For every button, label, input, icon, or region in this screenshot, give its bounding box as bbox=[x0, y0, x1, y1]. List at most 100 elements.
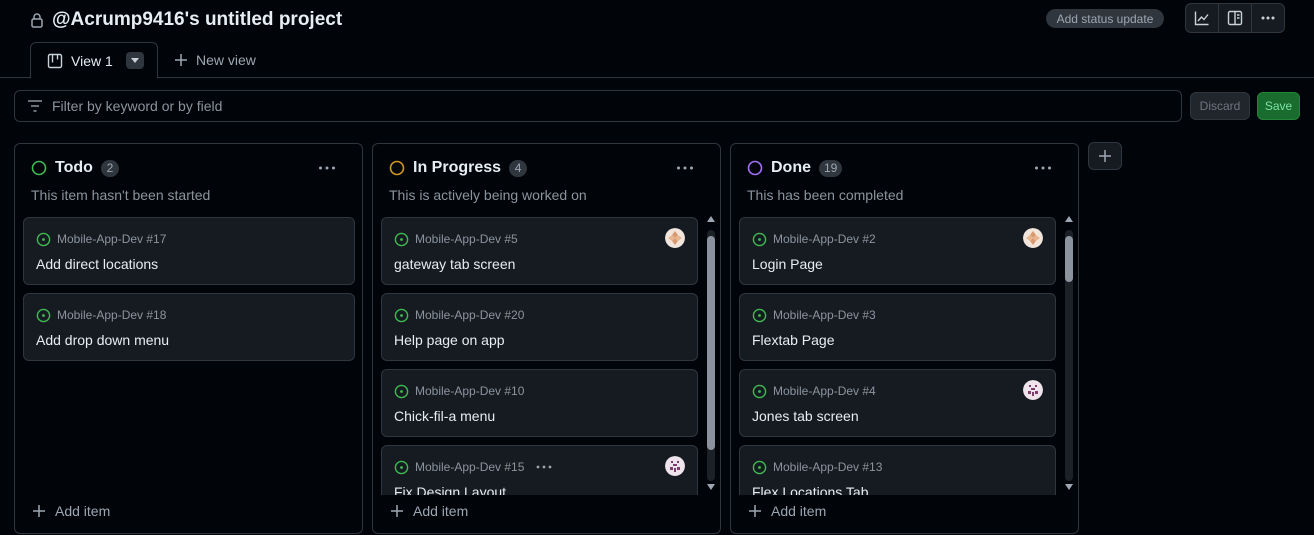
issue-reference[interactable]: Mobile-App-Dev #15 bbox=[394, 459, 552, 475]
lock-icon bbox=[30, 12, 44, 28]
issue-opened-icon bbox=[752, 384, 767, 399]
more-options-button[interactable] bbox=[1252, 4, 1284, 32]
issue-opened-icon bbox=[394, 384, 409, 399]
filter-icon bbox=[27, 99, 43, 113]
new-view-button[interactable]: New view bbox=[174, 42, 256, 78]
card-title[interactable]: Jones tab screen bbox=[752, 408, 859, 424]
card-title[interactable]: Login Page bbox=[752, 256, 823, 272]
card-title[interactable]: Help page on app bbox=[394, 332, 505, 348]
plus-icon bbox=[32, 504, 46, 518]
kebab-horizontal-icon bbox=[1260, 10, 1276, 26]
card-list: Mobile-App-Dev #2 Login Page Mobile-App-… bbox=[739, 217, 1057, 495]
card-title[interactable]: Fix Design Layout bbox=[394, 484, 506, 495]
filter-bar bbox=[14, 90, 1182, 122]
issue-card[interactable]: Mobile-App-Dev #15 Fix Design Layout bbox=[381, 445, 698, 495]
add-item-label: Add item bbox=[55, 503, 111, 519]
issue-card[interactable]: Mobile-App-Dev #5 gateway tab screen bbox=[381, 217, 698, 285]
kebab-horizontal-icon bbox=[1035, 166, 1051, 170]
column-scrollbar[interactable] bbox=[704, 216, 718, 495]
issue-reference[interactable]: Mobile-App-Dev #18 bbox=[36, 307, 166, 323]
column-header: Done 19 bbox=[747, 158, 843, 178]
issue-card[interactable]: Mobile-App-Dev #20 Help page on app bbox=[381, 293, 698, 361]
tab-view-1[interactable]: View 1 bbox=[30, 42, 158, 79]
issue-ref-text: Mobile-App-Dev #20 bbox=[415, 308, 525, 322]
assignee-avatar[interactable] bbox=[1023, 228, 1043, 248]
card-title[interactable]: gateway tab screen bbox=[394, 256, 515, 272]
card-title[interactable]: Chick-fil-a menu bbox=[394, 408, 495, 424]
add-item-button[interactable]: Add item bbox=[390, 501, 468, 521]
assignee-avatar[interactable] bbox=[665, 228, 685, 248]
add-status-update-button[interactable]: Add status update bbox=[1046, 9, 1164, 28]
card-title[interactable]: Add drop down menu bbox=[36, 332, 169, 348]
issue-opened-icon bbox=[36, 232, 51, 247]
side-panel-button[interactable] bbox=[1219, 4, 1252, 32]
assignee-avatar[interactable] bbox=[1023, 380, 1043, 400]
status-circle-icon bbox=[389, 160, 405, 176]
add-column-button[interactable] bbox=[1088, 142, 1122, 170]
issue-card[interactable]: Mobile-App-Dev #18 Add drop down menu bbox=[23, 293, 355, 361]
issue-opened-icon bbox=[394, 460, 409, 475]
triangle-down-icon bbox=[130, 57, 139, 63]
issue-ref-text: Mobile-App-Dev #5 bbox=[415, 232, 518, 246]
project-title: @Acrump9416's untitled project bbox=[52, 9, 343, 30]
scroll-track[interactable] bbox=[1065, 230, 1073, 481]
card-title[interactable]: Flex Locations Tab bbox=[752, 484, 868, 495]
issue-ref-text: Mobile-App-Dev #17 bbox=[57, 232, 167, 246]
save-button[interactable]: Save bbox=[1257, 92, 1300, 120]
issue-ref-text: Mobile-App-Dev #4 bbox=[773, 384, 876, 398]
add-item-label: Add item bbox=[413, 503, 469, 519]
issue-reference[interactable]: Mobile-App-Dev #4 bbox=[752, 383, 876, 399]
issue-reference[interactable]: Mobile-App-Dev #17 bbox=[36, 231, 166, 247]
scroll-thumb[interactable] bbox=[1065, 236, 1073, 282]
insights-button[interactable] bbox=[1186, 4, 1219, 32]
scroll-track[interactable] bbox=[707, 230, 715, 481]
kebab-horizontal-icon bbox=[677, 166, 693, 170]
issue-opened-icon bbox=[394, 232, 409, 247]
board-icon bbox=[47, 53, 63, 69]
scroll-thumb[interactable] bbox=[707, 236, 715, 450]
issue-reference[interactable]: Mobile-App-Dev #10 bbox=[394, 383, 524, 399]
column-todo: Todo 2 This item hasn't been started Mob… bbox=[14, 143, 363, 534]
card-list: Mobile-App-Dev #5 gateway tab screen Mob… bbox=[381, 217, 699, 495]
column-description: This is actively being worked on bbox=[389, 187, 587, 203]
column-header: Todo 2 bbox=[31, 158, 119, 178]
card-title[interactable]: Add direct locations bbox=[36, 256, 158, 272]
add-item-button[interactable]: Add item bbox=[32, 501, 110, 521]
add-item-label: Add item bbox=[771, 503, 827, 519]
issue-reference[interactable]: Mobile-App-Dev #2 bbox=[752, 231, 876, 247]
discard-button[interactable]: Discard bbox=[1190, 92, 1250, 120]
scroll-up-arrow[interactable] bbox=[704, 216, 718, 226]
column-title: In Progress bbox=[413, 159, 502, 176]
column-menu-button[interactable] bbox=[318, 158, 336, 174]
column-menu-button[interactable] bbox=[676, 158, 694, 174]
scroll-down-arrow[interactable] bbox=[1062, 484, 1076, 494]
issue-reference[interactable]: Mobile-App-Dev #5 bbox=[394, 231, 518, 247]
issue-reference[interactable]: Mobile-App-Dev #3 bbox=[752, 307, 876, 323]
card-more-button[interactable] bbox=[536, 465, 552, 469]
issue-reference[interactable]: Mobile-App-Dev #13 bbox=[752, 459, 882, 475]
status-circle-icon bbox=[747, 160, 763, 176]
filter-input[interactable] bbox=[52, 98, 1052, 114]
issue-ref-text: Mobile-App-Dev #3 bbox=[773, 308, 876, 322]
column-scrollbar[interactable] bbox=[1062, 216, 1076, 495]
plus-icon bbox=[748, 504, 762, 518]
card-title[interactable]: Flextab Page bbox=[752, 332, 835, 348]
issue-reference[interactable]: Mobile-App-Dev #20 bbox=[394, 307, 524, 323]
issue-ref-text: Mobile-App-Dev #13 bbox=[773, 460, 883, 474]
scroll-down-arrow[interactable] bbox=[704, 484, 718, 494]
issue-ref-text: Mobile-App-Dev #2 bbox=[773, 232, 876, 246]
issue-card[interactable]: Mobile-App-Dev #10 Chick-fil-a menu bbox=[381, 369, 698, 437]
issue-card[interactable]: Mobile-App-Dev #2 Login Page bbox=[739, 217, 1056, 285]
issue-card[interactable]: Mobile-App-Dev #17 Add direct locations bbox=[23, 217, 355, 285]
column-menu-button[interactable] bbox=[1034, 158, 1052, 174]
issue-card[interactable]: Mobile-App-Dev #13 Flex Locations Tab bbox=[739, 445, 1056, 495]
assignee-avatar[interactable] bbox=[665, 456, 685, 476]
scroll-up-arrow[interactable] bbox=[1062, 216, 1076, 226]
issue-card[interactable]: Mobile-App-Dev #3 Flextab Page bbox=[739, 293, 1056, 361]
issue-card[interactable]: Mobile-App-Dev #4 Jones tab screen bbox=[739, 369, 1056, 437]
view-options-dropdown[interactable] bbox=[125, 52, 144, 69]
column-header: In Progress 4 bbox=[389, 158, 528, 178]
issue-opened-icon bbox=[752, 460, 767, 475]
add-item-button[interactable]: Add item bbox=[748, 501, 826, 521]
plus-icon bbox=[1098, 149, 1112, 163]
